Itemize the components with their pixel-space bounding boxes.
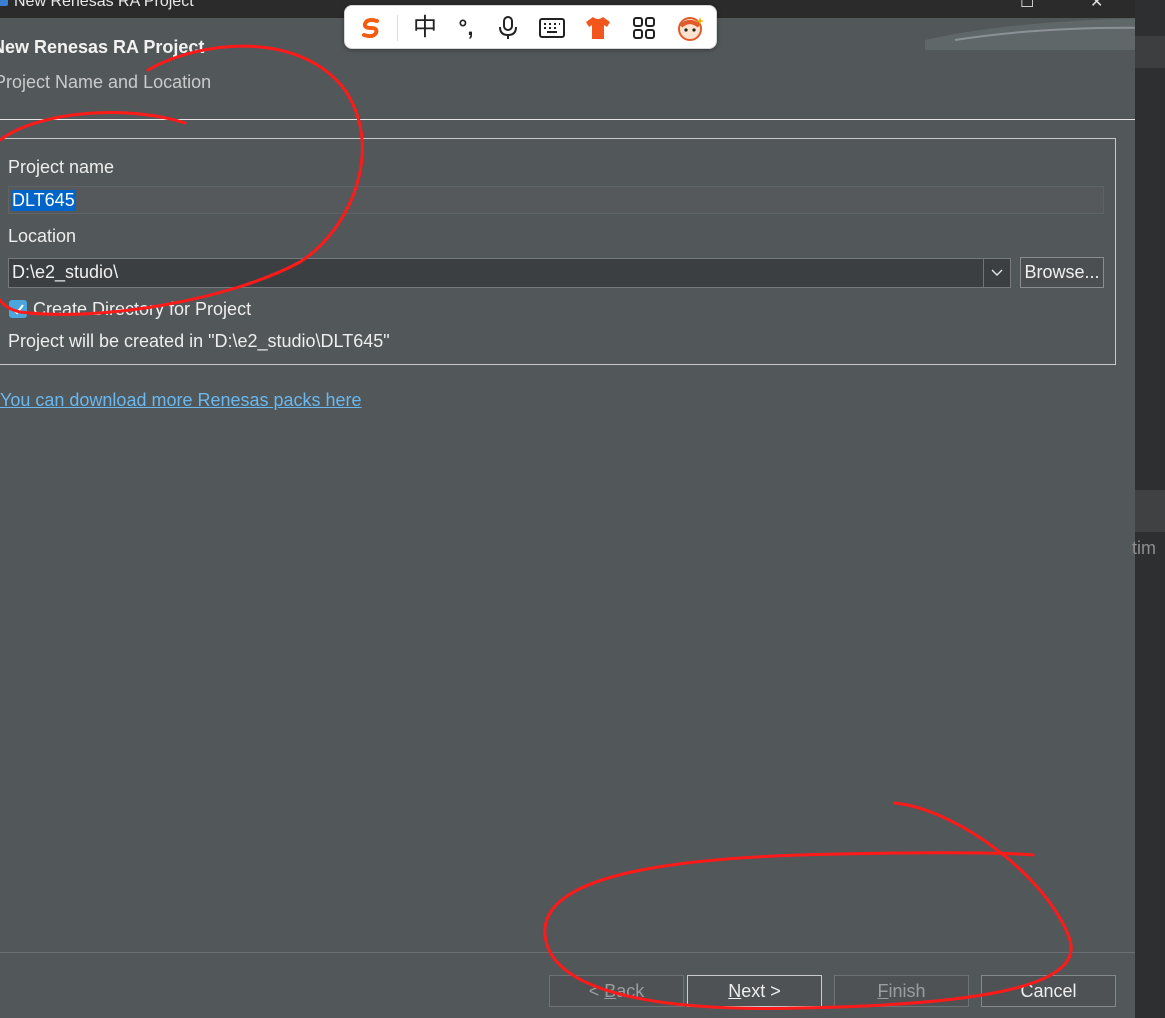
download-packs-link[interactable]: You can download more Renesas packs here	[0, 390, 362, 411]
project-name-label: Project name	[8, 157, 115, 177]
header-separator	[0, 119, 1135, 120]
background-window: tim	[1132, 0, 1165, 1018]
microphone-icon[interactable]	[491, 6, 525, 50]
ime-mode-toggle[interactable]: 中	[407, 6, 443, 50]
project-path-info: Project will be created in "D:\e2_studio…	[8, 331, 390, 351]
banner-swoosh-graphic	[925, 18, 1135, 50]
mascot-icon[interactable]	[673, 6, 709, 50]
dialog-title: New Renesas RA Project	[0, 37, 205, 57]
maximize-icon[interactable]: ☐	[1020, 0, 1034, 12]
create-directory-label[interactable]: Create Directory for Project	[33, 299, 251, 320]
window-title: New Renesas RA Project	[14, 0, 194, 10]
background-tab-strip	[1135, 490, 1165, 532]
cancel-button[interactable]: Cancel	[981, 975, 1116, 1007]
ime-divider	[397, 15, 398, 41]
back-button[interactable]: < Back	[549, 975, 684, 1007]
location-combobox[interactable]: D:\e2_studio\	[8, 258, 1011, 288]
browse-button[interactable]: Browse...	[1020, 257, 1104, 288]
close-icon[interactable]: ✕	[1090, 0, 1103, 12]
background-text-fragment: tim	[1132, 538, 1156, 558]
app-icon	[0, 0, 8, 6]
checkmark-icon	[12, 304, 24, 315]
project-name-input[interactable]: DLT645	[8, 186, 1104, 214]
finish-button[interactable]: Finish	[834, 975, 969, 1007]
button-bar-separator	[0, 952, 1135, 953]
ime-punctuation-toggle[interactable]: °,	[449, 6, 483, 50]
skin-shirt-icon[interactable]	[581, 6, 615, 50]
location-label: Location	[8, 226, 77, 246]
ime-toolbar: 中 °,	[344, 5, 717, 49]
chevron-down-icon[interactable]	[983, 259, 1010, 287]
background-toolbar	[1135, 36, 1165, 68]
create-directory-checkbox[interactable]	[9, 300, 27, 318]
project-name-value[interactable]: DLT645	[11, 190, 76, 211]
toolbox-grid-icon[interactable]	[627, 6, 661, 50]
sogou-logo-icon[interactable]	[353, 6, 389, 50]
dialog-subtitle: Project Name and Location	[0, 72, 212, 92]
location-value[interactable]: D:\e2_studio\	[12, 262, 118, 283]
keyboard-icon[interactable]	[535, 6, 569, 50]
next-button[interactable]: Next >	[687, 975, 822, 1007]
